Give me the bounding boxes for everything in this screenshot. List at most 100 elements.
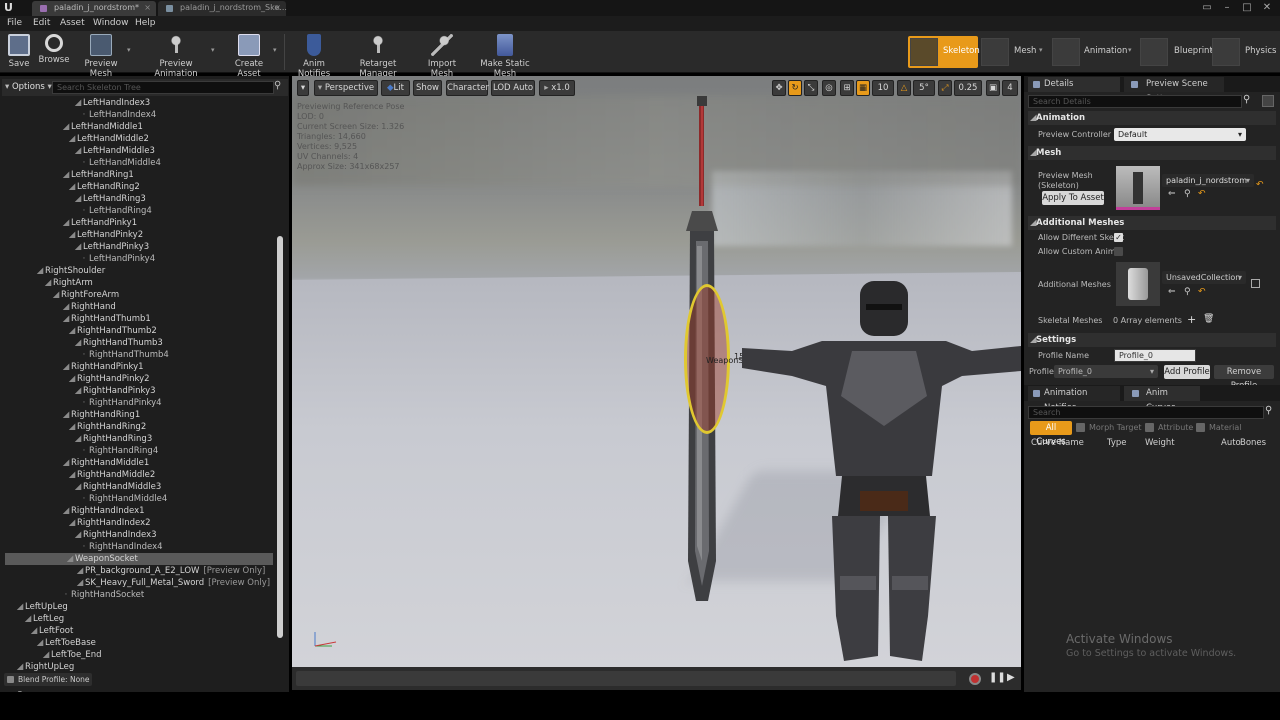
viewport-menu-button[interactable]: ▾ xyxy=(297,80,309,96)
preview-mesh-button[interactable]: Preview Mesh xyxy=(74,34,128,79)
chevron-down-icon[interactable]: ▾ xyxy=(1128,46,1132,54)
close-window-icon[interactable]: ✕ xyxy=(1258,0,1276,16)
retarget-manager-button[interactable]: Retarget Manager xyxy=(344,34,412,79)
expand-arrow-icon[interactable]: ◢ xyxy=(73,97,83,109)
expand-arrow-icon[interactable]: ◢ xyxy=(61,361,71,373)
profile-name-input[interactable]: Profile_0 xyxy=(1114,349,1196,362)
skeleton-search-input[interactable]: Search Skeleton Tree xyxy=(52,81,274,94)
tree-item[interactable]: ◢ PR_background_A_E2_LOW [Preview Only] xyxy=(5,565,275,577)
column-weight[interactable]: Weight xyxy=(1145,438,1175,448)
apply-to-asset-button[interactable]: Apply To Asset xyxy=(1042,191,1104,205)
tree-item[interactable]: ◢ LeftHandRing2 xyxy=(5,181,275,193)
mode-animation-button[interactable]: Animation ▾ xyxy=(1052,36,1138,68)
coordinate-space-icon[interactable]: ◎ xyxy=(822,80,836,96)
tree-item[interactable]: ◢ RightArm xyxy=(5,277,275,289)
expand-arrow-icon[interactable]: ◢ xyxy=(61,505,71,517)
camera-speed-value[interactable]: 4 xyxy=(1002,80,1018,96)
clear-icon[interactable]: ↶ xyxy=(1198,287,1206,297)
expand-arrow-icon[interactable]: ◢ xyxy=(67,133,77,145)
viewport[interactable]: WeaponSocket 15.00 xyxy=(292,76,1021,667)
options-dropdown[interactable]: ▾ Options ▾ xyxy=(5,81,52,93)
expand-arrow-icon[interactable]: ◢ xyxy=(67,181,77,193)
tree-item[interactable]: ◢ RightHandPinky3 xyxy=(5,385,275,397)
mode-mesh-button[interactable]: Mesh ▾ xyxy=(981,36,1047,68)
play-icon[interactable]: ▶ xyxy=(1007,672,1015,683)
expand-arrow-icon[interactable]: ◢ xyxy=(61,121,71,133)
add-element-icon[interactable]: + xyxy=(1187,313,1196,326)
tab-preview-scene-settings[interactable]: Preview Scene Sett xyxy=(1124,77,1224,104)
rotate-tool-icon[interactable]: ↻ xyxy=(788,80,802,96)
preview-controller-dropdown[interactable]: Default ▾ xyxy=(1114,128,1246,141)
tree-item[interactable]: ◢ RightUpLeg xyxy=(5,661,275,673)
minimize-icon[interactable]: – xyxy=(1218,0,1236,16)
column-bones[interactable]: Bones xyxy=(1240,438,1266,448)
section-additional-meshes[interactable]: ◢ Additional Meshes xyxy=(1028,216,1276,230)
column-type[interactable]: Type xyxy=(1107,438,1127,448)
expand-arrow-icon[interactable]: ◢ xyxy=(67,517,77,529)
save-button[interactable]: Save xyxy=(4,34,34,72)
browse-asset-icon[interactable]: ⚲ xyxy=(1184,189,1191,199)
expand-arrow-icon[interactable]: ◢ xyxy=(67,469,77,481)
remove-profile-button[interactable]: Remove Profile xyxy=(1214,365,1274,391)
profile-dropdown[interactable]: Profile_0 ▾ xyxy=(1054,365,1158,378)
expand-arrow-icon[interactable]: ◢ xyxy=(61,217,71,229)
expand-arrow-icon[interactable]: ◢ xyxy=(67,325,77,337)
expand-arrow-icon[interactable]: ◢ xyxy=(43,277,53,289)
curves-search-input[interactable]: Search xyxy=(1028,406,1264,419)
tree-item[interactable]: ◢ RightHandThumb2 xyxy=(5,325,275,337)
tree-item[interactable]: ◢ LeftHandRing1 xyxy=(5,169,275,181)
tree-item[interactable]: · RightHandIndex4 xyxy=(5,541,275,553)
filter-morph-checkbox[interactable] xyxy=(1076,423,1085,432)
preview-animation-button[interactable]: Preview Animation xyxy=(140,34,212,79)
expand-arrow-icon[interactable]: ◢ xyxy=(73,145,83,157)
close-icon[interactable]: × xyxy=(144,1,151,15)
lit-button[interactable]: ◆Lit xyxy=(381,80,410,96)
tab-asset[interactable]: paladin_j_nordstrom* × xyxy=(32,1,156,16)
filter-attribute-checkbox[interactable] xyxy=(1145,423,1154,432)
tree-item[interactable]: · LeftHandIndex4 xyxy=(5,109,275,121)
expand-arrow-icon[interactable]: ◢ xyxy=(73,241,83,253)
expand-arrow-icon[interactable]: ◢ xyxy=(73,193,83,205)
menu-asset[interactable]: Asset xyxy=(60,16,85,31)
tree-item[interactable]: · RightHandSocket xyxy=(5,589,275,601)
expand-arrow-icon[interactable]: ◢ xyxy=(73,385,83,397)
tree-item[interactable]: · RightHandThumb4 xyxy=(5,349,275,361)
timeline-track[interactable] xyxy=(296,671,956,686)
rotation-snap-value[interactable]: 5° xyxy=(913,80,935,96)
expand-arrow-icon[interactable]: ◢ xyxy=(61,169,71,181)
expand-arrow-icon[interactable]: ◢ xyxy=(15,661,25,673)
expand-arrow-icon[interactable]: ◢ xyxy=(61,457,71,469)
tab-details[interactable]: Details xyxy=(1028,77,1120,92)
save-collection-icon[interactable] xyxy=(1251,279,1260,288)
collection-dropdown[interactable]: UnsavedCollection ▾ xyxy=(1162,271,1246,284)
tree-item[interactable]: ◢ LeftHandMiddle2 xyxy=(5,133,275,145)
tree-item[interactable]: · LeftHandPinky4 xyxy=(5,253,275,265)
expand-arrow-icon[interactable]: ◢ xyxy=(67,229,77,241)
expand-arrow-icon[interactable]: ◢ xyxy=(29,625,39,637)
scale-snap-value[interactable]: 0.25 xyxy=(954,80,982,96)
show-button[interactable]: Show xyxy=(413,80,442,96)
grid-snap-value[interactable]: 10 xyxy=(872,80,894,96)
clear-icon[interactable]: ↶ xyxy=(1198,189,1206,199)
tree-item[interactable]: ◢ SK_Heavy_Full_Metal_Sword [Preview Only] xyxy=(5,577,275,589)
tree-item[interactable]: ◢ RightHandIndex3 xyxy=(5,529,275,541)
tree-item[interactable]: ◢ RightHandRing3 xyxy=(5,433,275,445)
chevron-down-icon[interactable]: ▾ xyxy=(127,46,131,54)
expand-arrow-icon[interactable]: ◢ xyxy=(51,289,61,301)
menu-help[interactable]: Help xyxy=(135,16,156,31)
tree-item[interactable]: · RightHandRing4 xyxy=(5,445,275,457)
blend-profile-dropdown[interactable]: Blend Profile: None ▾ xyxy=(4,673,92,697)
character-button[interactable]: Character xyxy=(446,80,489,96)
tree-item[interactable]: · LeftHandRing4 xyxy=(5,205,275,217)
tree-item[interactable]: ◢ RightHandThumb1 xyxy=(5,313,275,325)
import-mesh-button[interactable]: Import Mesh xyxy=(416,34,468,79)
expand-arrow-icon[interactable]: ◢ xyxy=(35,265,45,277)
section-settings[interactable]: ◢ Settings xyxy=(1028,333,1276,347)
tree-item[interactable]: ◢ LeftLeg xyxy=(5,613,275,625)
expand-arrow-icon[interactable]: ◢ xyxy=(73,481,83,493)
tree-item[interactable]: ◢ RightShoulder xyxy=(5,265,275,277)
mode-physics-button[interactable]: Physics xyxy=(1212,36,1278,68)
browse-button[interactable]: Browse xyxy=(38,34,70,72)
expand-arrow-icon[interactable]: ◢ xyxy=(67,373,77,385)
menu-file[interactable]: File xyxy=(7,16,22,31)
